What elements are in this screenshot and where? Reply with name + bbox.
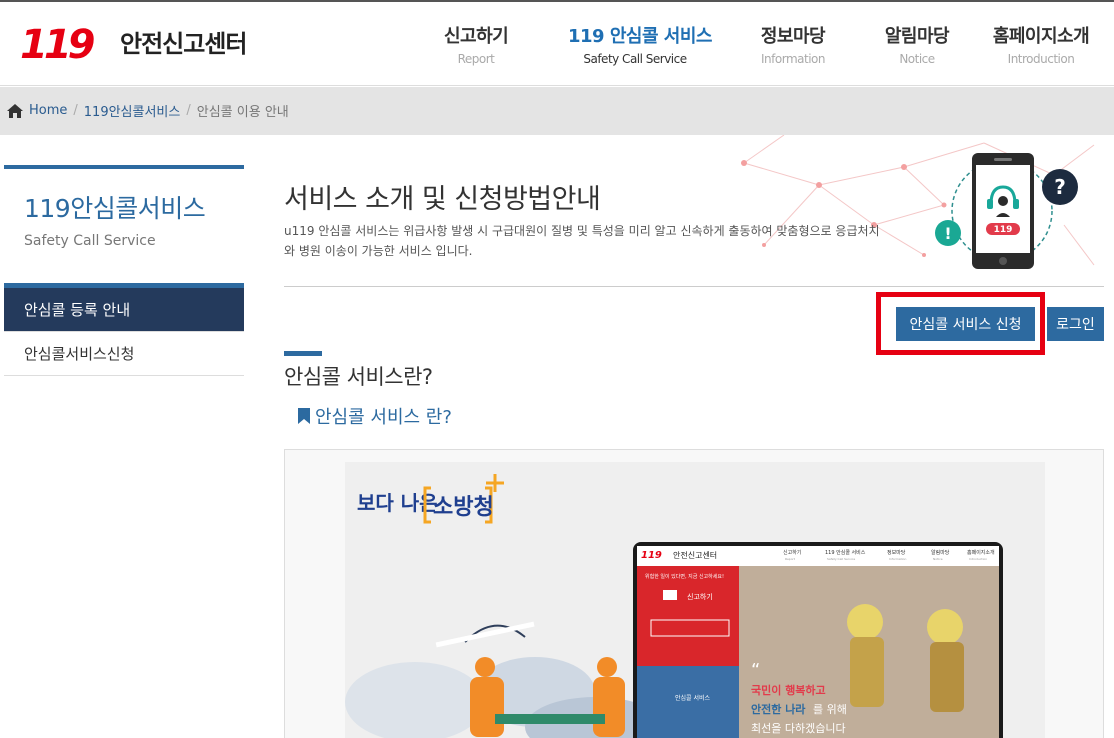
sidebar-title: 119안심콜서비스 [24,194,206,223]
safety-call-apply-button[interactable]: 안심콜 서비스 신청 [896,307,1035,341]
mini-nav-safety: 119 안심콜 서비스 [825,549,866,556]
banner-container: 보다 나은 소방청 119 안전신고센터 신고하기 119 안심콜 서비스 정보… [284,449,1104,738]
breadcrumb-home[interactable]: Home [29,103,67,118]
nav-report[interactable]: 신고하기 Report [444,22,509,66]
breadcrumb-bar: Home / 119안심콜서비스 / 안심콜 이용 안내 [0,87,1114,135]
mini-nav-notice-sub: Notice [933,557,943,561]
breadcrumb-level1[interactable]: 119안심콜서비스 [84,101,181,120]
nav-safety-call[interactable]: 119 안심콜 서비스 Safety Call Service [568,22,712,66]
title-divider [284,286,1104,287]
mini-quote-line2b: 를 위해 [813,702,847,716]
promo-banner-image: 보다 나은 소방청 119 안전신고센터 신고하기 119 안심콜 서비스 정보… [345,462,1045,738]
mini-logo-mark: 119 [641,550,662,561]
mini-nav-safety-sub: Safety Call Service [827,557,855,561]
phone-illustration-icon: 119 ! ? [935,153,1078,269]
subsection-title-text: 안심콜 서비스 란? [315,407,452,428]
mini-nav-intro: 홈페이지소개 [967,549,995,556]
mini-nav-report-sub: Report [785,557,796,561]
banner-slogan-part2: 소방청 [433,495,494,520]
mini-nav-notice: 알림마당 [931,549,950,556]
mini-report-label: 신고하기 [687,592,713,601]
mini-nav-report: 신고하기 [783,549,801,556]
sidebar-item-registration-guide[interactable]: 안심콜 등록 안내 [4,288,244,332]
mini-quote-line2a: 안전한 나라 [751,702,806,716]
nav-information[interactable]: 정보마당 Information [760,22,826,66]
breadcrumb-separator: / [186,103,191,118]
nav-report-sub: Report [457,52,495,66]
mini-safety-label: 안심콜 서비스 [675,694,711,702]
nav-notice-label: 알림마당 [884,26,950,47]
section-title: 안심콜 서비스란? [284,365,433,389]
page-title: 서비스 소개 및 신청방법안내 [284,184,601,215]
svg-text:?: ? [1054,175,1066,199]
svg-text:!: ! [944,224,951,243]
phone-badge-text: 119 [994,225,1013,235]
svg-text:“: “ [751,660,760,681]
sidebar-subtitle: Safety Call Service [24,233,156,249]
mini-nav-info: 정보마당 [887,549,906,556]
subsection-title: 안심콜 서비스 란? [298,403,452,429]
nav-information-label: 정보마당 [760,26,826,47]
bookmark-icon [298,408,310,424]
page-description: u119 안심콜 서비스는 위급사항 발생 시 구급대원이 질병 및 특성을 미… [284,224,880,258]
sidebar-item-service-apply[interactable]: 안심콜서비스신청 [4,332,244,376]
breadcrumb-current: 안심콜 이용 안내 [196,105,289,120]
nav-safety-call-sub: Safety Call Service [583,52,687,66]
promo-banner-illustration: 보다 나은 소방청 119 안전신고센터 신고하기 119 안심콜 서비스 정보… [345,462,1045,738]
home-icon [7,103,23,118]
nav-introduction-label: 홈페이지소개 [992,26,1090,47]
section-title-bar [284,351,322,356]
main-nav: 신고하기 Report 119 안심콜 서비스 Safety Call Serv… [0,22,1114,72]
nav-information-sub: Information [761,52,825,66]
breadcrumb-separator: / [73,103,78,118]
nav-notice[interactable]: 알림마당 Notice [884,22,950,66]
nav-safety-call-label: 119 안심콜 서비스 [568,26,712,47]
login-button[interactable]: 로그인 [1047,307,1104,341]
mini-quote-line3: 최선을 다하겠습니다 [751,721,846,735]
nav-notice-sub: Notice [899,52,935,66]
nav-report-label: 신고하기 [444,26,509,47]
sidebar: 119안심콜서비스 Safety Call Service 안심콜 등록 안내 … [4,165,244,376]
nav-introduction-sub: Introduction [1007,52,1075,66]
mini-logo-text: 안전신고센터 [673,550,717,560]
mini-quote-line1: 국민이 행복하고 [751,683,826,697]
site-header: 119 안전신고센터 신고하기 Report 119 안심콜 서비스 Safet… [0,2,1114,86]
mini-nav-info-sub: Information [889,557,906,561]
mini-nav-intro-sub: Introduction [969,557,987,561]
nav-introduction[interactable]: 홈페이지소개 Introduction [992,22,1090,66]
breadcrumb: Home / 119안심콜서비스 / 안심콜 이용 안내 [6,101,289,120]
mini-notice-text: 위험한 일이 있다면, 지금 신고하세요! [645,573,724,580]
